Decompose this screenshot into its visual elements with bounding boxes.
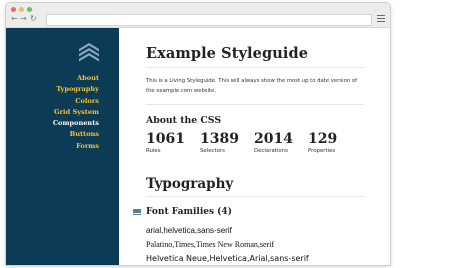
- intro-divider: [146, 104, 364, 105]
- font-families-heading: Font Families (4): [146, 207, 232, 217]
- title-divider: [146, 67, 364, 68]
- main-content: Example Styleguide This is a Living Styl…: [133, 28, 386, 265]
- sidebar-item-components[interactable]: Components: [53, 118, 99, 129]
- stat-label: Declarations: [254, 148, 288, 154]
- back-arrow-icon[interactable]: ←: [11, 15, 18, 23]
- sidebar-nav: About Typography Colors Grid System Comp…: [53, 73, 99, 152]
- browser-toolbar: ← → ↻: [6, 3, 390, 28]
- stat-value: 129: [308, 131, 338, 147]
- font-family-sample: Palatino,Times,Times New Roman,serif: [146, 240, 275, 249]
- sidebar-item-colors[interactable]: Colors: [53, 96, 99, 107]
- stat-selectors: 1389 Selectors: [200, 131, 239, 155]
- page-title: Example Styleguide: [146, 45, 309, 62]
- maximize-window-button[interactable]: [27, 7, 32, 12]
- close-window-button[interactable]: [11, 7, 16, 12]
- intro-paragraph: This is a Living Styleguide. This will a…: [146, 78, 357, 94]
- sidebar: About Typography Colors Grid System Comp…: [6, 28, 119, 265]
- stat-label: Rules: [146, 148, 161, 154]
- hamburger-menu-icon[interactable]: [377, 15, 385, 22]
- stat-label: Properties: [308, 148, 336, 154]
- forward-arrow-icon[interactable]: →: [20, 15, 27, 23]
- stat-rules: 1061 Rules: [146, 131, 185, 155]
- sidebar-item-buttons[interactable]: Buttons: [53, 129, 99, 140]
- typography-divider: [146, 196, 364, 197]
- stat-value: 1061: [146, 131, 185, 147]
- sidebar-item-forms[interactable]: Forms: [53, 141, 99, 152]
- reload-icon[interactable]: ↻: [30, 15, 37, 23]
- stat-properties: 129 Properties: [308, 131, 337, 155]
- minimize-window-button[interactable]: [19, 7, 24, 12]
- sidebar-item-grid-system[interactable]: Grid System: [53, 107, 99, 118]
- browser-window: ← → ↻ About Typography Colors Grid Syste…: [6, 3, 390, 265]
- stat-value: 1389: [200, 131, 239, 147]
- section-marker-icon: [133, 209, 141, 216]
- stat-declarations: 2014 Declarations: [254, 131, 293, 155]
- about-css-heading: About the CSS: [146, 115, 222, 126]
- sidebar-item-typography[interactable]: Typography: [53, 84, 99, 95]
- stat-value: 2014: [254, 131, 293, 147]
- address-bar[interactable]: [46, 14, 372, 26]
- sidebar-item-about[interactable]: About: [53, 73, 99, 84]
- font-family-sample: Helvetica Neue,Helvetica,Arial,sans-seri…: [146, 254, 309, 263]
- chevron-stack-logo-icon[interactable]: [79, 42, 99, 64]
- font-family-sample: arial,helvetica,sans-serif: [146, 226, 232, 235]
- typography-heading: Typography: [146, 176, 234, 192]
- stat-label: Selectors: [200, 148, 225, 154]
